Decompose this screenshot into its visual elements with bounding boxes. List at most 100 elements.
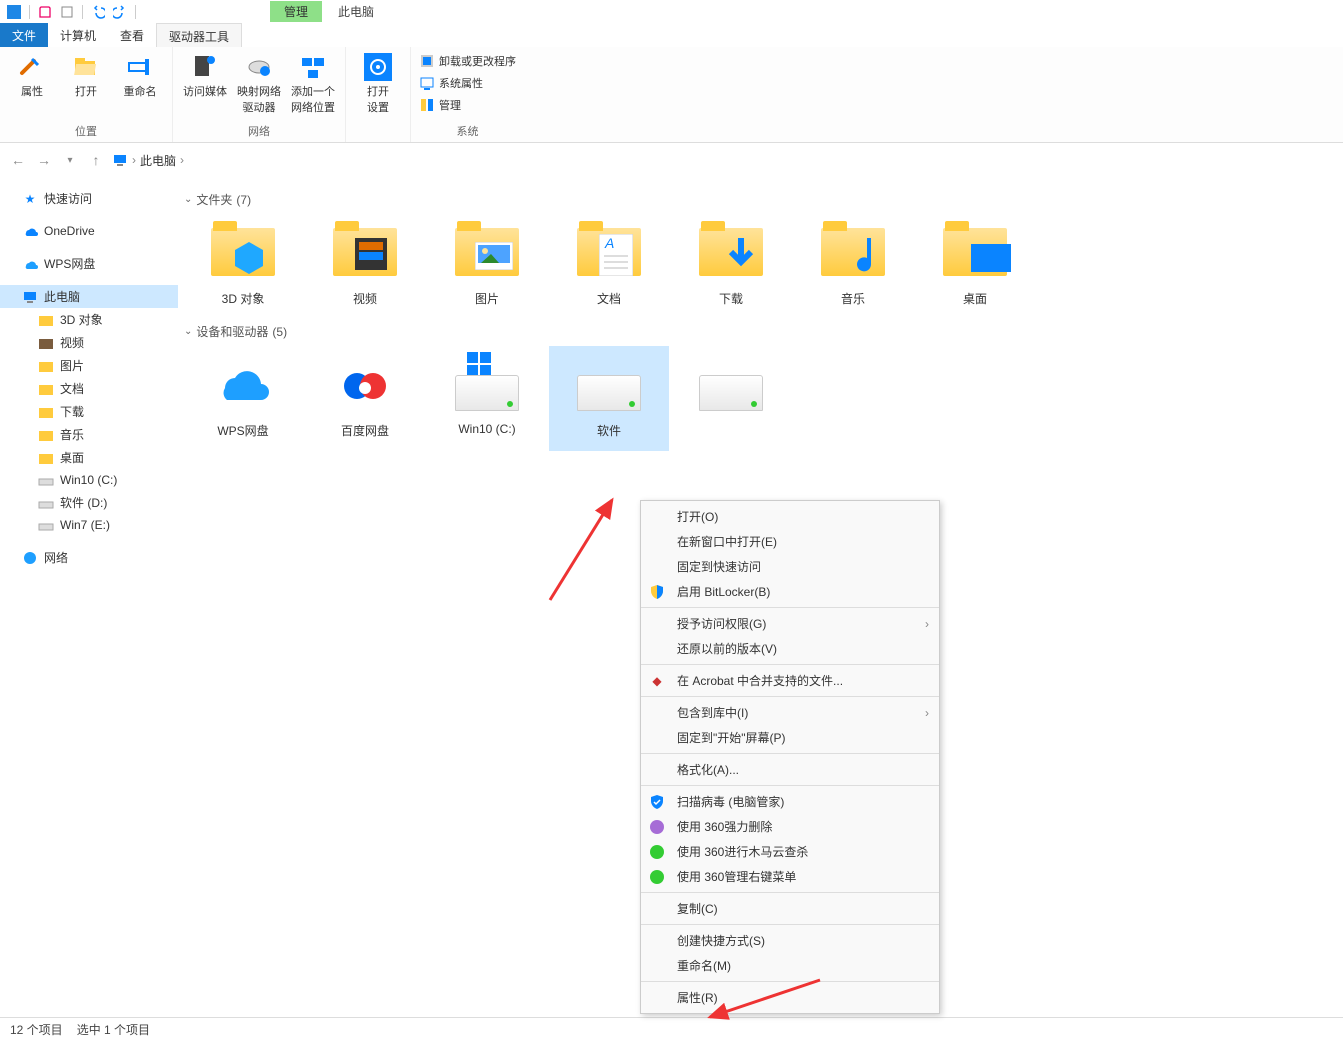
item-documents[interactable]: A文档 <box>549 214 669 319</box>
window-title: 此电脑 <box>322 1 390 22</box>
ctx-shortcut[interactable]: 创建快捷方式(S) <box>641 928 939 953</box>
ribbon-uninstall[interactable]: 卸载或更改程序 <box>419 51 516 71</box>
ctx-copy[interactable]: 复制(C) <box>641 896 939 921</box>
tab-bar: 文件 计算机 查看 驱动器工具 <box>0 23 1343 47</box>
ctx-library[interactable]: 包含到库中(I)› <box>641 700 939 725</box>
cloud-icon <box>22 256 38 272</box>
sidebar-item-video[interactable]: 视频 <box>0 331 178 354</box>
item-drive-software[interactable]: 软件 <box>549 346 669 451</box>
ctx-restore[interactable]: 还原以前的版本(V) <box>641 636 939 661</box>
nav-bar: ← → ▾ ↑ › 此电脑 › <box>0 143 1343 177</box>
tab-view[interactable]: 查看 <box>108 23 156 47</box>
ctx-properties[interactable]: 属性(R) <box>641 985 939 1010</box>
sidebar-item-documents[interactable]: 文档 <box>0 377 178 400</box>
ribbon-group-network: 访问媒体 映射网络 驱动器 添加一个 网络位置 网络 <box>173 47 346 142</box>
ribbon-rename[interactable]: 重命名 <box>116 51 164 99</box>
nav-back[interactable]: ← <box>8 150 28 170</box>
tab-file[interactable]: 文件 <box>0 23 48 47</box>
ctx-pin-start[interactable]: 固定到"开始"屏幕(P) <box>641 725 939 750</box>
ribbon-open-settings[interactable]: 打开 设置 <box>354 51 402 115</box>
acrobat-icon: ◆ <box>649 673 665 689</box>
sidebar-item-drive-e[interactable]: Win7 (E:) <box>0 514 178 536</box>
breadcrumb-sep-icon: › <box>180 153 184 167</box>
sidebar-item-drive-c[interactable]: Win10 (C:) <box>0 469 178 491</box>
ribbon-group-settings-single: 打开 设置 <box>346 47 411 142</box>
item-desktop[interactable]: 桌面 <box>915 214 1035 319</box>
ribbon-manage[interactable]: 管理 <box>419 95 516 115</box>
context-menu: 打开(O) 在新窗口中打开(E) 固定到快速访问 启用 BitLocker(B)… <box>640 500 940 1014</box>
qat-save-icon[interactable] <box>36 3 54 21</box>
sidebar-item-quick[interactable]: ★快速访问 <box>0 187 178 210</box>
section-folders[interactable]: ⌄ 文件夹 (7) <box>184 191 1339 208</box>
nav-forward[interactable]: → <box>34 150 54 170</box>
status-count: 12 个项目 <box>10 1021 63 1038</box>
sidebar-item-3d[interactable]: 3D 对象 <box>0 308 178 331</box>
context-tab[interactable]: 管理 <box>270 1 322 22</box>
sidebar-item-downloads[interactable]: 下载 <box>0 400 178 423</box>
folder-icon <box>38 335 54 351</box>
item-downloads[interactable]: 下载 <box>671 214 791 319</box>
sidebar-item-network[interactable]: 网络 <box>0 546 178 569</box>
sidebar-item-drive-d[interactable]: 软件 (D:) <box>0 491 178 514</box>
ctx-sep <box>641 664 939 665</box>
ctx-open[interactable]: 打开(O) <box>641 504 939 529</box>
tab-drive-tools[interactable]: 驱动器工具 <box>156 23 242 47</box>
breadcrumb-root[interactable]: 此电脑 <box>140 152 176 169</box>
ribbon-add-network[interactable]: 添加一个 网络位置 <box>289 51 337 115</box>
ctx-360-trojan[interactable]: 使用 360进行木马云查杀 <box>641 839 939 864</box>
section-devices[interactable]: ⌄ 设备和驱动器 (5) <box>184 323 1339 340</box>
ctx-pin-quick[interactable]: 固定到快速访问 <box>641 554 939 579</box>
tab-computer[interactable]: 计算机 <box>48 23 108 47</box>
nav-recent[interactable]: ▾ <box>60 150 80 170</box>
sidebar-item-wps[interactable]: WPS网盘 <box>0 252 178 275</box>
group-label-location: 位置 <box>8 123 164 142</box>
sidebar-item-music[interactable]: 音乐 <box>0 423 178 446</box>
item-baidu[interactable]: 百度网盘 <box>305 346 425 451</box>
item-music[interactable]: 音乐 <box>793 214 913 319</box>
chevron-down-icon: ⌄ <box>184 326 192 337</box>
sidebar-item-pictures[interactable]: 图片 <box>0 354 178 377</box>
status-selected: 选中 1 个项目 <box>77 1021 150 1038</box>
ribbon-group-system: 卸载或更改程序 系统属性 管理 系统 <box>411 47 524 142</box>
item-pictures[interactable]: 图片 <box>427 214 547 319</box>
sidebar-item-thispc[interactable]: 此电脑 <box>0 285 178 308</box>
ribbon-media[interactable]: 访问媒体 <box>181 51 229 115</box>
folder-icon <box>38 381 54 397</box>
nav-up[interactable]: ↑ <box>86 150 106 170</box>
item-drive-last[interactable] <box>671 346 791 451</box>
ctx-scan[interactable]: 扫描病毒 (电脑管家) <box>641 789 939 814</box>
item-wps[interactable]: WPS网盘 <box>183 346 303 451</box>
ctx-acrobat[interactable]: ◆在 Acrobat 中合并支持的文件... <box>641 668 939 693</box>
ctx-sep <box>641 892 939 893</box>
qat-properties-icon[interactable] <box>58 3 76 21</box>
qat-redo-icon[interactable] <box>111 3 129 21</box>
chevron-right-icon: › <box>925 617 929 631</box>
folder-icon <box>38 312 54 328</box>
sidebar: ★快速访问 OneDrive WPS网盘 此电脑 3D 对象 视频 图片 文档 … <box>0 177 178 1017</box>
item-drive-c[interactable]: Win10 (C:) <box>427 346 547 451</box>
ribbon-sysprop[interactable]: 系统属性 <box>419 73 516 93</box>
folder-icon <box>38 450 54 466</box>
shield-icon <box>649 584 665 600</box>
item-video[interactable]: 视频 <box>305 214 425 319</box>
drives-row: WPS网盘 百度网盘 Win10 (C:) 软件 <box>182 346 1339 451</box>
ctx-360-menu[interactable]: 使用 360管理右键菜单 <box>641 864 939 889</box>
sidebar-item-onedrive[interactable]: OneDrive <box>0 220 178 242</box>
sidebar-item-desktop[interactable]: 桌面 <box>0 446 178 469</box>
ribbon-properties[interactable]: 属性 <box>8 51 56 99</box>
breadcrumb[interactable]: › 此电脑 › <box>112 152 184 169</box>
scan-icon <box>649 794 665 810</box>
ctx-bitlocker[interactable]: 启用 BitLocker(B) <box>641 579 939 604</box>
ctx-access[interactable]: 授予访问权限(G)› <box>641 611 939 636</box>
ctx-format[interactable]: 格式化(A)... <box>641 757 939 782</box>
ctx-rename[interactable]: 重命名(M) <box>641 953 939 978</box>
item-3d[interactable]: 3D 对象 <box>183 214 303 319</box>
qat-undo-icon[interactable] <box>89 3 107 21</box>
app-icon <box>5 3 23 21</box>
ctx-360-remove[interactable]: 使用 360强力删除 <box>641 814 939 839</box>
breadcrumb-sep-icon: › <box>132 153 136 167</box>
360-icon <box>649 819 665 835</box>
ribbon-map-drive[interactable]: 映射网络 驱动器 <box>235 51 283 115</box>
ctx-open-new[interactable]: 在新窗口中打开(E) <box>641 529 939 554</box>
ribbon-open[interactable]: 打开 <box>62 51 110 99</box>
